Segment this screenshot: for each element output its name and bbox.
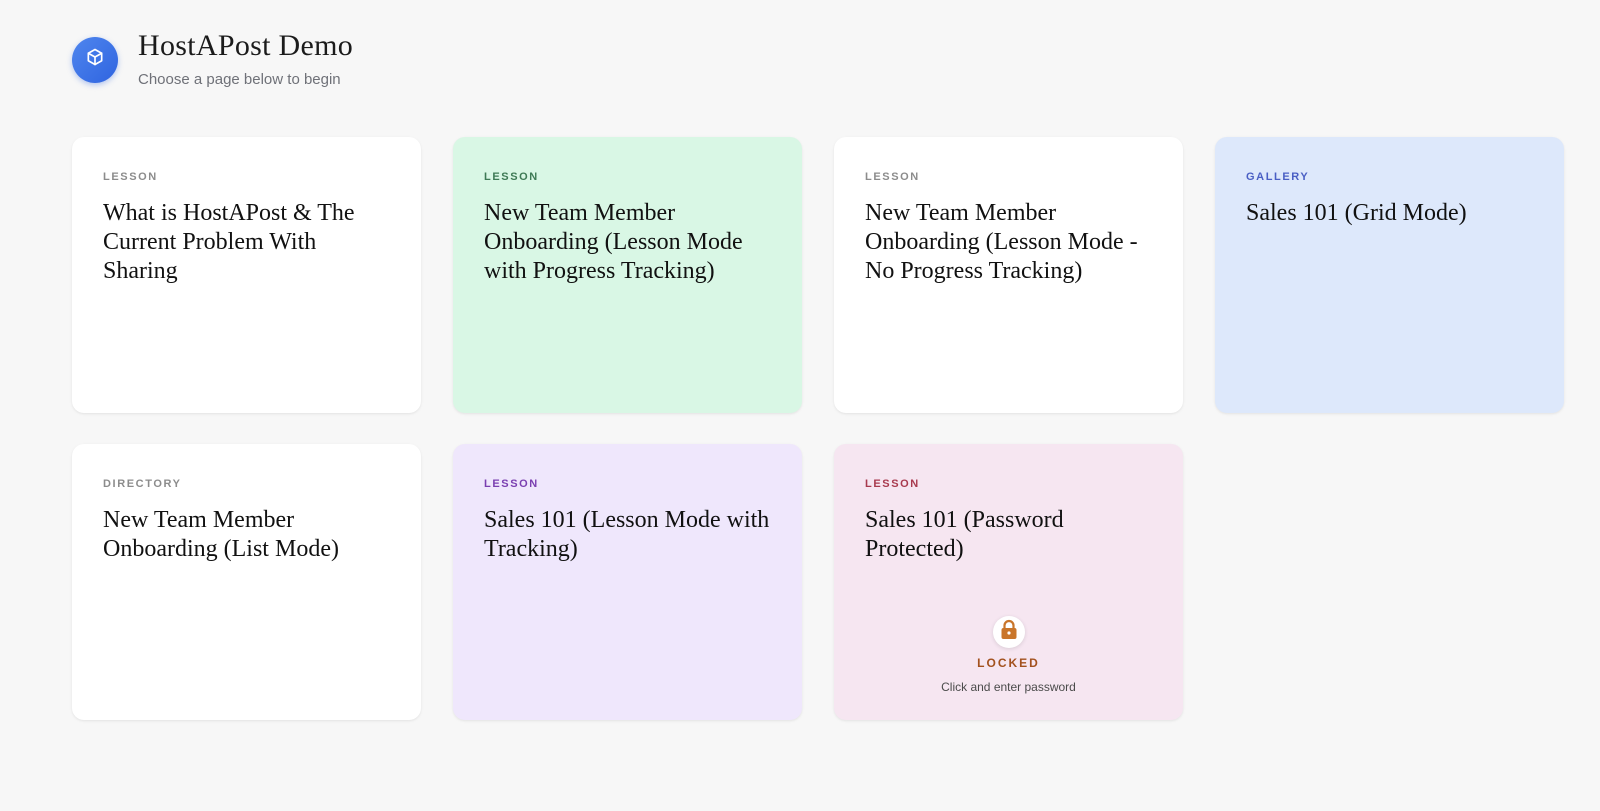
card-title: Sales 101 (Grid Mode) (1246, 200, 1467, 226)
locked-page-card[interactable]: LESSON Sales 101 (Password Protected) LO… (834, 444, 1183, 720)
page-card[interactable]: DIRECTORY New Team Member Onboarding (Li… (72, 444, 421, 720)
page: HostAPost Demo Choose a page below to be… (0, 0, 1600, 811)
card-title: Sales 101 (Password Protected) (865, 507, 1064, 562)
page-card[interactable]: GALLERY Sales 101 (Grid Mode) (1215, 137, 1564, 413)
card-type-label: GALLERY (1246, 171, 1310, 183)
page-card[interactable]: LESSON New Team Member Onboarding (Lesso… (834, 137, 1183, 413)
card-type-label: LESSON (103, 171, 158, 183)
site-title: HostAPost Demo (138, 29, 354, 62)
lock-badge (992, 616, 1025, 648)
card-type-label: LESSON (484, 478, 539, 490)
card-title: Sales 101 (Lesson Mode with Tracking) (484, 507, 770, 562)
card-title: New Team Member Onboarding (Lesson Mode … (865, 200, 1138, 284)
header-text: HostAPost Demo Choose a page below to be… (138, 30, 353, 89)
card-type-label: DIRECTORY (103, 478, 182, 490)
page-card[interactable]: LESSON What is HostAPost & The Current P… (72, 137, 421, 413)
card-type-label: LESSON (484, 171, 539, 183)
page-grid: LESSON What is HostAPost & The Current P… (72, 137, 1564, 720)
lock-overlay: LOCKED Click and enter password (834, 616, 1183, 694)
page-card[interactable]: LESSON New Team Member Onboarding (Lesso… (453, 137, 802, 413)
card-type-label: LESSON (865, 171, 920, 183)
padlock-icon (999, 619, 1019, 646)
logo (72, 36, 118, 83)
site-subtitle: Choose a page below to begin (138, 71, 341, 88)
page-header: HostAPost Demo Choose a page below to be… (72, 30, 353, 89)
card-title: New Team Member Onboarding (List Mode) (103, 507, 339, 562)
cube-icon (85, 47, 105, 72)
locked-label: LOCKED (977, 656, 1040, 670)
page-card[interactable]: LESSON Sales 101 (Lesson Mode with Track… (453, 444, 802, 720)
card-title: What is HostAPost & The Current Problem … (103, 200, 355, 284)
card-title: New Team Member Onboarding (Lesson Mode … (484, 200, 743, 284)
locked-hint: Click and enter password (941, 680, 1076, 694)
card-type-label: LESSON (865, 478, 920, 490)
